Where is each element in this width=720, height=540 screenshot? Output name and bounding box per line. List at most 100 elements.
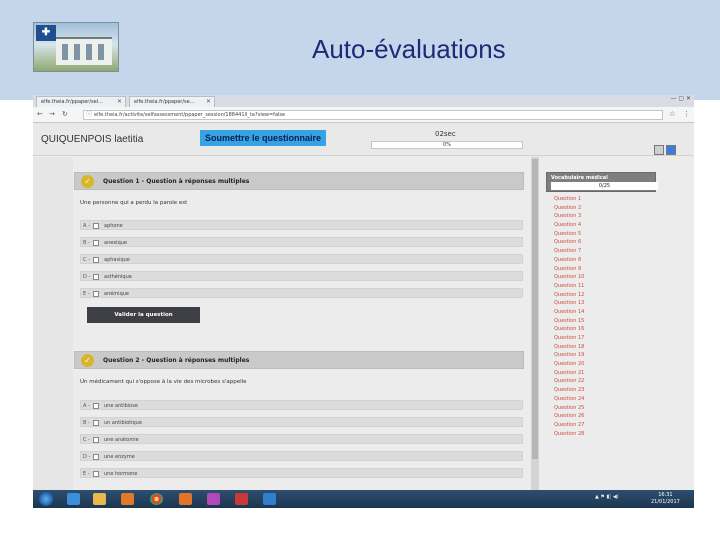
close-tab-icon[interactable]: ✕ bbox=[117, 98, 122, 105]
browser-tab-2[interactable]: elfe.theia.fr/ppaper/se... ✕ bbox=[129, 96, 215, 107]
navigator-question-link[interactable]: Question 8 bbox=[554, 256, 654, 265]
navigator-question-link[interactable]: Question 18 bbox=[554, 343, 654, 352]
question-text: Un médicament qui s'oppose à la vie des … bbox=[80, 379, 247, 385]
media-player-icon[interactable] bbox=[121, 493, 134, 505]
checkbox[interactable] bbox=[93, 257, 99, 263]
navigator-list: Question 1 Question 2 Question 3 Question 4… bbox=[554, 195, 654, 438]
answer-option[interactable]: C - aphasique bbox=[80, 254, 523, 264]
answer-option[interactable]: C - une anatomie bbox=[80, 434, 523, 444]
scroll-thumb[interactable] bbox=[532, 159, 538, 459]
answer-option[interactable]: B - anexique bbox=[80, 237, 523, 247]
app-content: ✓ Question 1 - Question à réponses multi… bbox=[33, 157, 694, 490]
navigator-question-link[interactable]: Question 7 bbox=[554, 247, 654, 256]
layout-grey-icon[interactable] bbox=[654, 145, 664, 155]
question-title: Question 2 - Question à réponses multipl… bbox=[103, 357, 250, 364]
navigator-question-link[interactable]: Question 11 bbox=[554, 282, 654, 291]
start-button-icon[interactable] bbox=[39, 492, 53, 506]
timer: 02sec bbox=[435, 130, 456, 138]
word-icon[interactable] bbox=[263, 493, 276, 505]
clock[interactable]: 16:31 21/01/2017 bbox=[651, 492, 680, 506]
vertical-scrollbar[interactable] bbox=[531, 157, 539, 490]
browser-tab-1[interactable]: elfe.theia.fr/ppaper/sel... ✕ bbox=[36, 96, 126, 107]
question-header: ✓ Question 1 - Question à réponses multi… bbox=[74, 172, 524, 190]
navigator-title: Vocabulaire médical bbox=[551, 175, 608, 181]
screenshot: elfe.theia.fr/ppaper/sel... ✕ elfe.theia… bbox=[33, 95, 694, 508]
question-list: ✓ Question 1 - Question à réponses multi… bbox=[74, 157, 529, 490]
navigator-score: 0/25 bbox=[551, 182, 658, 190]
menu-icon[interactable]: ⋮ bbox=[683, 110, 690, 118]
bookmark-star-icon[interactable]: ☆ bbox=[669, 110, 675, 118]
navigator-question-link[interactable]: Question 12 bbox=[554, 291, 654, 300]
answer-option[interactable]: E - une hormone bbox=[80, 468, 523, 478]
answer-option[interactable]: B - un antibiotique bbox=[80, 417, 523, 427]
progress-bar: 0% bbox=[371, 141, 523, 149]
validate-question-button[interactable]: Valider la question bbox=[87, 307, 200, 323]
navigator-question-link[interactable]: Question 10 bbox=[554, 273, 654, 282]
navigator-question-link[interactable]: Question 3 bbox=[554, 212, 654, 221]
ie-icon[interactable] bbox=[67, 493, 80, 505]
check-icon: ✓ bbox=[81, 354, 94, 367]
navigator-question-link[interactable]: Question 19 bbox=[554, 351, 654, 360]
answer-option[interactable]: E - anémique bbox=[80, 288, 523, 298]
checkbox[interactable] bbox=[93, 223, 99, 229]
folder-icon[interactable] bbox=[93, 493, 106, 505]
navigator-question-link[interactable]: Question 21 bbox=[554, 369, 654, 378]
question-text: Une personne qui a perdu la parole est bbox=[80, 200, 188, 206]
navigator-header: Vocabulaire médical 0/25 bbox=[546, 172, 658, 192]
checkbox[interactable] bbox=[93, 471, 99, 477]
checkbox[interactable] bbox=[93, 420, 99, 426]
navigator-question-link[interactable]: Question 13 bbox=[554, 299, 654, 308]
slide-header: ✚ Auto-évaluations bbox=[0, 0, 720, 100]
checkbox[interactable] bbox=[93, 274, 99, 280]
navigator-question-link[interactable]: Question 22 bbox=[554, 377, 654, 386]
layout-blue-icon[interactable] bbox=[666, 145, 676, 155]
navigator-question-link[interactable]: Question 20 bbox=[554, 360, 654, 369]
checkbox[interactable] bbox=[93, 454, 99, 460]
navigator-question-link[interactable]: Question 1 bbox=[554, 195, 654, 204]
answer-option[interactable]: D - asthénique bbox=[80, 271, 523, 281]
navigator-question-link[interactable]: Question 24 bbox=[554, 395, 654, 404]
window-controls[interactable]: — ▢ ✕ bbox=[670, 95, 691, 102]
app-header: QUIQUENPOIS laetitia Soumettre le questi… bbox=[33, 124, 694, 156]
navigator-question-link[interactable]: Question 15 bbox=[554, 317, 654, 326]
answer-option[interactable]: A - une antibiose bbox=[80, 400, 523, 410]
slide-title: Auto-évaluations bbox=[312, 34, 506, 64]
checkbox[interactable] bbox=[93, 403, 99, 409]
system-tray[interactable]: ▲ ⚑ ◧ ◀) bbox=[595, 494, 619, 500]
answer-option[interactable]: A - aphone bbox=[80, 220, 523, 230]
windows-taskbar: ▲ ⚑ ◧ ◀) 16:31 21/01/2017 bbox=[33, 490, 694, 508]
onenote-icon[interactable] bbox=[207, 493, 220, 505]
access-icon[interactable] bbox=[235, 493, 248, 505]
navigator-question-link[interactable]: Question 26 bbox=[554, 412, 654, 421]
navigator-question-link[interactable]: Question 5 bbox=[554, 230, 654, 239]
checkbox[interactable] bbox=[93, 437, 99, 443]
url-field[interactable]: ⓘ elfe.theia.fr/activite/selfassessment/… bbox=[83, 110, 663, 120]
checkbox[interactable] bbox=[93, 291, 99, 297]
navigator-question-link[interactable]: Question 9 bbox=[554, 265, 654, 274]
question-header: ✓ Question 2 - Question à réponses multi… bbox=[74, 351, 524, 369]
navigator-question-link[interactable]: Question 27 bbox=[554, 421, 654, 430]
navigator-question-link[interactable]: Question 6 bbox=[554, 238, 654, 247]
checkbox[interactable] bbox=[93, 240, 99, 246]
user-name: QUIQUENPOIS laetitia bbox=[41, 134, 144, 145]
navigator-question-link[interactable]: Question 16 bbox=[554, 325, 654, 334]
back-icon[interactable]: ← bbox=[37, 110, 43, 118]
navigator-question-link[interactable]: Question 17 bbox=[554, 334, 654, 343]
outlook-icon[interactable] bbox=[179, 493, 192, 505]
navigator-question-link[interactable]: Question 4 bbox=[554, 221, 654, 230]
browser-tabbar: elfe.theia.fr/ppaper/sel... ✕ elfe.theia… bbox=[33, 95, 694, 107]
navigator-question-link[interactable]: Question 2 bbox=[554, 204, 654, 213]
navigator-question-link[interactable]: Question 14 bbox=[554, 308, 654, 317]
forward-icon[interactable]: → bbox=[49, 110, 55, 118]
answer-option[interactable]: D - une enzyme bbox=[80, 451, 523, 461]
address-bar: ← → ↻ ⓘ elfe.theia.fr/activite/selfasses… bbox=[33, 107, 694, 123]
info-icon: ⓘ bbox=[86, 111, 93, 118]
navigator-question-link[interactable]: Question 25 bbox=[554, 404, 654, 413]
navigator-question-link[interactable]: Question 28 bbox=[554, 430, 654, 439]
close-tab-icon[interactable]: ✕ bbox=[206, 98, 211, 105]
submit-questionnaire-button[interactable]: Soumettre le questionnaire bbox=[200, 130, 327, 146]
chrome-icon[interactable] bbox=[150, 493, 163, 505]
navigator-question-link[interactable]: Question 23 bbox=[554, 386, 654, 395]
reload-icon[interactable]: ↻ bbox=[62, 110, 68, 118]
check-icon: ✓ bbox=[81, 175, 94, 188]
